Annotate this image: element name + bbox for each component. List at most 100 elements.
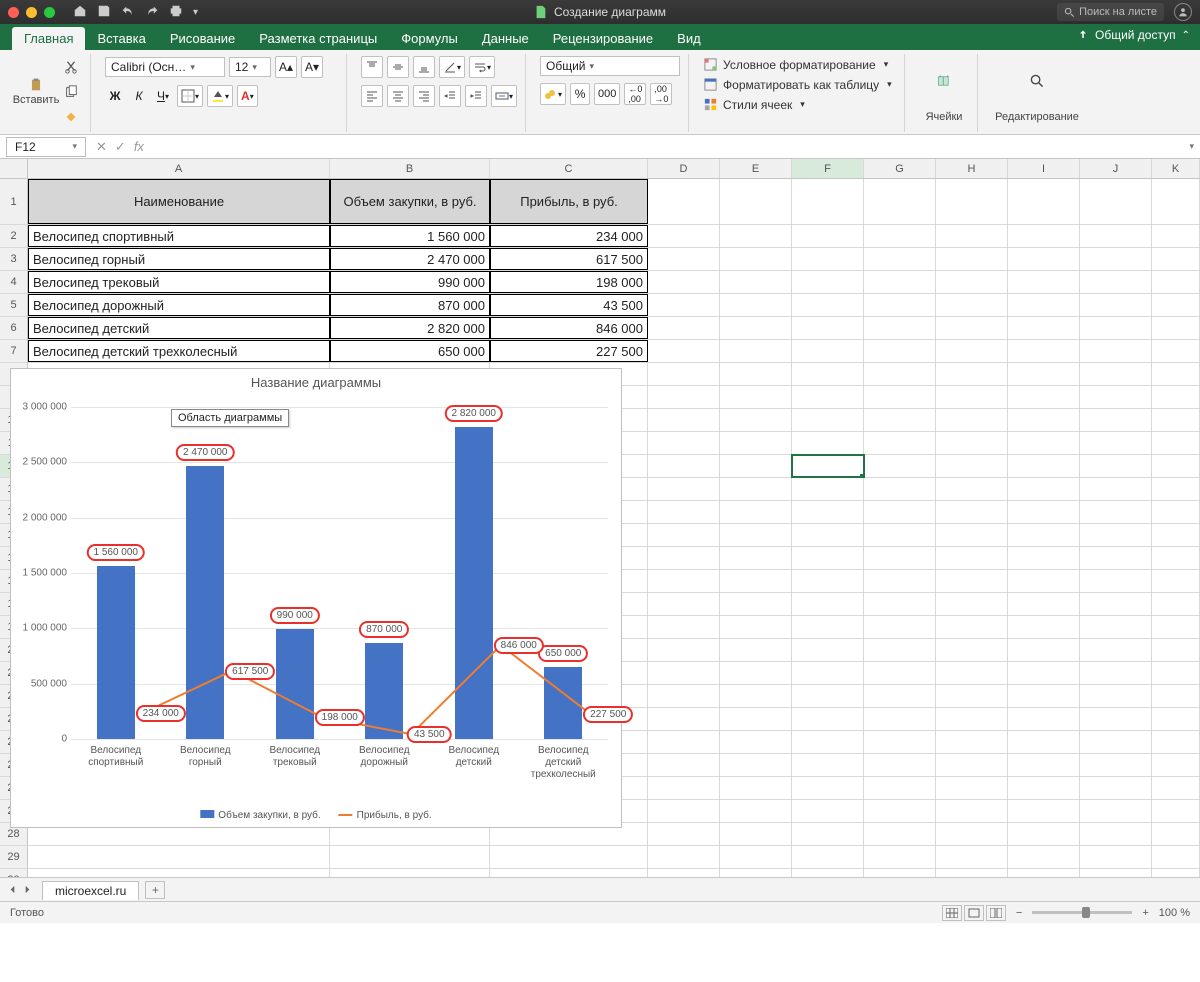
sheet-search[interactable]: Поиск на листе xyxy=(1057,3,1164,21)
cell-G18[interactable] xyxy=(864,593,936,615)
cell-G25[interactable] xyxy=(864,754,936,776)
align-bottom-icon[interactable] xyxy=(413,56,435,78)
cell-H26[interactable] xyxy=(936,777,1008,799)
add-sheet-button[interactable]: + xyxy=(145,881,165,899)
cell-E28[interactable] xyxy=(720,823,792,845)
cell-J10[interactable] xyxy=(1080,409,1152,431)
cell-F27[interactable] xyxy=(792,800,864,822)
cell-E14[interactable] xyxy=(720,501,792,523)
cell-F26[interactable] xyxy=(792,777,864,799)
cell-J23[interactable] xyxy=(1080,708,1152,730)
cell-G11[interactable] xyxy=(864,432,936,454)
cell-I18[interactable] xyxy=(1008,593,1080,615)
cell-J5[interactable] xyxy=(1080,294,1152,316)
zoom-in-button[interactable]: + xyxy=(1142,907,1148,919)
cell-D21[interactable] xyxy=(648,662,720,684)
cell-F13[interactable] xyxy=(792,478,864,500)
expand-formula-bar-icon[interactable]: ▾ xyxy=(1189,141,1194,152)
cell-B29[interactable] xyxy=(330,846,490,868)
ribbon-tab-Вид[interactable]: Вид xyxy=(665,27,713,50)
cell-K15[interactable] xyxy=(1152,524,1200,546)
cell-K26[interactable] xyxy=(1152,777,1200,799)
cell-D4[interactable] xyxy=(648,271,720,293)
page-layout-view-icon[interactable] xyxy=(964,905,984,921)
cell-K24[interactable] xyxy=(1152,731,1200,753)
cell-E7[interactable] xyxy=(720,340,792,362)
cell-F23[interactable] xyxy=(792,708,864,730)
row-header-6[interactable]: 6 xyxy=(0,317,28,340)
cell-K7[interactable] xyxy=(1152,340,1200,362)
cell-F1[interactable] xyxy=(792,179,864,224)
cell-J29[interactable] xyxy=(1080,846,1152,868)
cell-H5[interactable] xyxy=(936,294,1008,316)
cell-A1[interactable]: Наименование xyxy=(28,179,330,224)
cell-F2[interactable] xyxy=(792,225,864,247)
cell-D2[interactable] xyxy=(648,225,720,247)
col-header-A[interactable]: A xyxy=(28,159,330,178)
cell-G17[interactable] xyxy=(864,570,936,592)
cell-D27[interactable] xyxy=(648,800,720,822)
minimize-window[interactable] xyxy=(26,7,37,18)
cell-K13[interactable] xyxy=(1152,478,1200,500)
cell-C4[interactable]: 198 000 xyxy=(490,271,648,293)
cell-H1[interactable] xyxy=(936,179,1008,224)
orientation-icon[interactable]: ▾ xyxy=(439,56,465,78)
cell-K5[interactable] xyxy=(1152,294,1200,316)
cell-G22[interactable] xyxy=(864,685,936,707)
cell-I21[interactable] xyxy=(1008,662,1080,684)
col-header-D[interactable]: D xyxy=(648,159,720,178)
row-header-1[interactable]: 1 xyxy=(0,179,28,225)
cell-H28[interactable] xyxy=(936,823,1008,845)
cell-K18[interactable] xyxy=(1152,593,1200,615)
row-header-5[interactable]: 5 xyxy=(0,294,28,317)
cell-H24[interactable] xyxy=(936,731,1008,753)
cell-K2[interactable] xyxy=(1152,225,1200,247)
cell-G14[interactable] xyxy=(864,501,936,523)
cell-H10[interactable] xyxy=(936,409,1008,431)
cell-K9[interactable] xyxy=(1152,386,1200,408)
cell-B30[interactable] xyxy=(330,869,490,877)
row-header-3[interactable]: 3 xyxy=(0,248,28,271)
line-data-label[interactable]: 227 500 xyxy=(583,706,633,723)
cell-E17[interactable] xyxy=(720,570,792,592)
cell-A2[interactable]: Велосипед спортивный xyxy=(28,225,330,247)
cell-F17[interactable] xyxy=(792,570,864,592)
increase-indent-icon[interactable] xyxy=(465,85,487,107)
sheet-nav-next-icon[interactable] xyxy=(23,883,32,897)
cell-D17[interactable] xyxy=(648,570,720,592)
cell-F6[interactable] xyxy=(792,317,864,339)
bold-button[interactable]: Ж xyxy=(105,85,125,107)
cell-F5[interactable] xyxy=(792,294,864,316)
cell-F30[interactable] xyxy=(792,869,864,877)
line-data-label[interactable]: 234 000 xyxy=(136,705,186,722)
cell-E6[interactable] xyxy=(720,317,792,339)
cell-K25[interactable] xyxy=(1152,754,1200,776)
format-as-table-button[interactable]: Форматировать как таблицу▾ xyxy=(703,76,896,93)
cell-I23[interactable] xyxy=(1008,708,1080,730)
cell-B3[interactable]: 2 470 000 xyxy=(330,248,490,270)
select-all-corner[interactable] xyxy=(0,159,28,178)
cell-K27[interactable] xyxy=(1152,800,1200,822)
cell-I12[interactable] xyxy=(1008,455,1080,477)
font-size-dropdown[interactable]: 12▾ xyxy=(229,57,271,77)
cell-F8[interactable] xyxy=(792,363,864,385)
cell-I25[interactable] xyxy=(1008,754,1080,776)
cell-E3[interactable] xyxy=(720,248,792,270)
cell-G27[interactable] xyxy=(864,800,936,822)
cell-J13[interactable] xyxy=(1080,478,1152,500)
cell-K14[interactable] xyxy=(1152,501,1200,523)
cell-J3[interactable] xyxy=(1080,248,1152,270)
cell-F7[interactable] xyxy=(792,340,864,362)
cell-E25[interactable] xyxy=(720,754,792,776)
cell-G1[interactable] xyxy=(864,179,936,224)
line-data-label[interactable]: 617 500 xyxy=(225,663,275,680)
align-middle-icon[interactable] xyxy=(387,56,409,78)
row-header-29[interactable]: 29 xyxy=(0,846,28,869)
cell-F11[interactable] xyxy=(792,432,864,454)
cell-D23[interactable] xyxy=(648,708,720,730)
col-header-J[interactable]: J xyxy=(1080,159,1152,178)
cell-G23[interactable] xyxy=(864,708,936,730)
cell-D19[interactable] xyxy=(648,616,720,638)
cell-H25[interactable] xyxy=(936,754,1008,776)
cell-G13[interactable] xyxy=(864,478,936,500)
